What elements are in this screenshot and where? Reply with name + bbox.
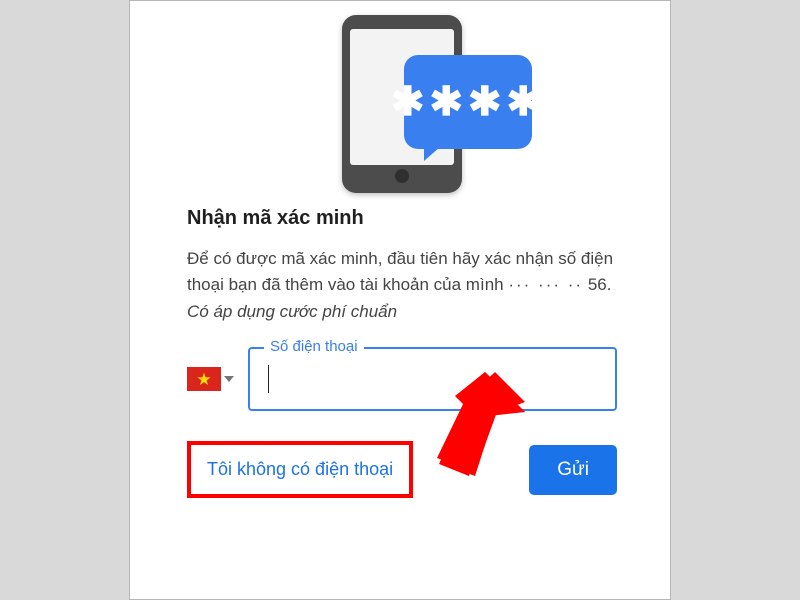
footer-actions: Tôi không có điện thoại Gửi bbox=[187, 441, 617, 498]
desc-italic: Có áp dụng cước phí chuẩn bbox=[187, 302, 397, 321]
masked-number: ··· ··· ·· bbox=[508, 275, 583, 294]
page-title: Nhận mã xác minh bbox=[187, 207, 617, 230]
phone-input-label: Số điện thoại bbox=[264, 338, 364, 355]
phone-input-wrapper[interactable]: Số điện thoại bbox=[248, 347, 617, 411]
country-selector[interactable]: ★ bbox=[187, 367, 234, 391]
send-button[interactable]: Gửi bbox=[529, 445, 617, 495]
desc-prefix: 56. bbox=[588, 275, 612, 294]
flag-vietnam-icon: ★ bbox=[187, 367, 221, 391]
bubble-stars: ✱✱✱✱ bbox=[391, 79, 545, 125]
no-phone-link[interactable]: Tôi không có điện thoại bbox=[207, 459, 393, 479]
phone-input-row: ★ Số điện thoại bbox=[187, 347, 617, 411]
highlight-box: Tôi không có điện thoại bbox=[187, 441, 413, 498]
verification-card: ✱✱✱✱ Nhận mã xác minh Để có được mã xác … bbox=[157, 1, 647, 526]
chevron-down-icon bbox=[224, 376, 234, 382]
phone-input[interactable] bbox=[269, 369, 599, 390]
sms-bubble-icon: ✱✱✱✱ bbox=[404, 55, 532, 149]
description-text: Để có được mã xác minh, đầu tiên hãy xác… bbox=[187, 246, 617, 325]
dialog-frame: ✱✱✱✱ Nhận mã xác minh Để có được mã xác … bbox=[129, 0, 671, 600]
hero-illustration: ✱✱✱✱ bbox=[187, 15, 617, 193]
